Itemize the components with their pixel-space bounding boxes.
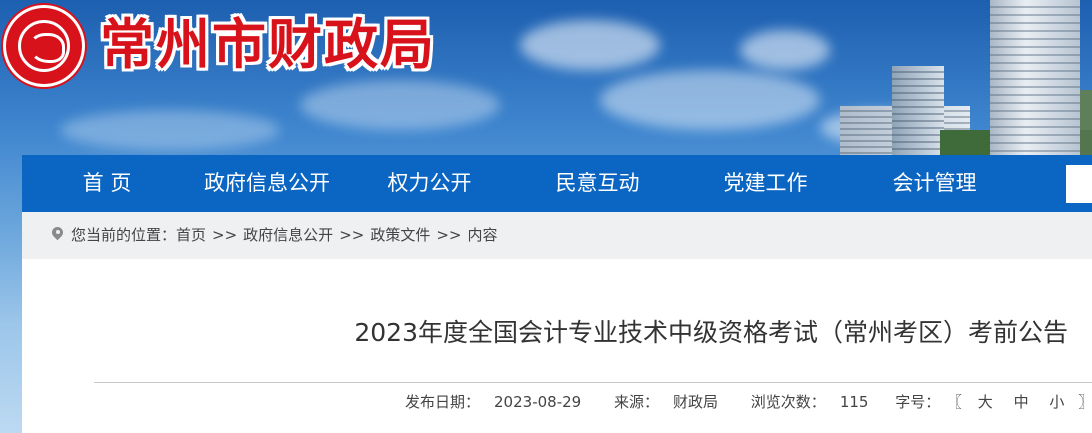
font-size-label: 字号： — [895, 393, 941, 411]
dragon-seal-logo[interactable] — [6, 8, 82, 84]
breadcrumb-gov-info[interactable]: 政府信息公开 — [243, 226, 333, 244]
breadcrumb-home[interactable]: 首页 — [176, 226, 206, 244]
breadcrumb-separator: >> — [212, 226, 238, 244]
nav-item-home[interactable]: 首 页 — [52, 155, 162, 212]
font-size-large-button[interactable]: 大 — [978, 393, 993, 411]
source: 来源： 财政局 — [614, 393, 732, 411]
nav-item-accounting[interactable]: 会计管理 — [867, 155, 1002, 212]
cloud — [300, 80, 500, 130]
nav-item-gov-info[interactable]: 政府信息公开 — [182, 155, 352, 212]
cloud — [60, 110, 280, 150]
view-count-value: 115 — [839, 393, 869, 411]
logo-emblem — [18, 20, 70, 72]
nav-item-public-interaction[interactable]: 民意互动 — [530, 155, 665, 212]
breadcrumb-prefix: 您当前的位置： — [71, 226, 177, 244]
cloud — [520, 20, 660, 70]
bracket-open: 〖 — [954, 393, 962, 411]
location-pin-icon — [52, 227, 63, 242]
publish-date-value: 2023-08-29 — [494, 393, 582, 411]
cloud — [600, 70, 820, 130]
article-meta: 发布日期： 2023-08-29 来源： 财政局 浏览次数： 115 字号： 〖大 中 … — [405, 391, 1092, 412]
breadcrumb-separator: >> — [339, 226, 365, 244]
breadcrumb: 您当前的位置：首页 >> 政府信息公开 >> 政策文件 >> 内容 — [52, 212, 498, 259]
site-title[interactable]: 常州市财政局 — [100, 10, 436, 78]
publish-date-label: 发布日期： — [405, 393, 481, 411]
view-count-label: 浏览次数： — [750, 393, 826, 411]
source-value: 财政局 — [673, 393, 719, 411]
font-size-control: 字号： 〖大 中 小〗 — [895, 393, 1092, 411]
breadcrumb-separator: >> — [436, 226, 462, 244]
building — [892, 66, 944, 156]
source-label: 来源： — [613, 393, 659, 411]
article-title: 2023年度全国会计专业技术中级资格考试（常州考区）考前公告 — [354, 318, 1068, 347]
font-size-small-button[interactable]: 小 — [1049, 393, 1064, 411]
nav-item-party-building[interactable]: 党建工作 — [698, 155, 833, 212]
breadcrumb-policy-docs[interactable]: 政策文件 — [370, 226, 430, 244]
main-nav: 首 页 政府信息公开 权力公开 民意互动 党建工作 会计管理 — [22, 155, 1092, 212]
breadcrumb-bar: 您当前的位置：首页 >> 政府信息公开 >> 政策文件 >> 内容 — [22, 212, 1092, 259]
divider — [94, 382, 1092, 383]
font-size-medium-button[interactable]: 中 — [1014, 393, 1029, 411]
breadcrumb-current: 内容 — [467, 226, 498, 244]
view-count: 浏览次数： 115 — [751, 393, 883, 411]
skyscraper — [990, 0, 1080, 155]
publish-date: 发布日期： 2023-08-29 — [405, 393, 595, 411]
bracket-close: 〗 — [1078, 393, 1092, 411]
nav-item-power-disclosure[interactable]: 权力公开 — [362, 155, 497, 212]
article-content: 2023年度全国会计专业技术中级资格考试（常州考区）考前公告 发布日期： 2023… — [22, 259, 1092, 433]
cloud — [740, 30, 830, 70]
search-box[interactable] — [1066, 165, 1092, 203]
